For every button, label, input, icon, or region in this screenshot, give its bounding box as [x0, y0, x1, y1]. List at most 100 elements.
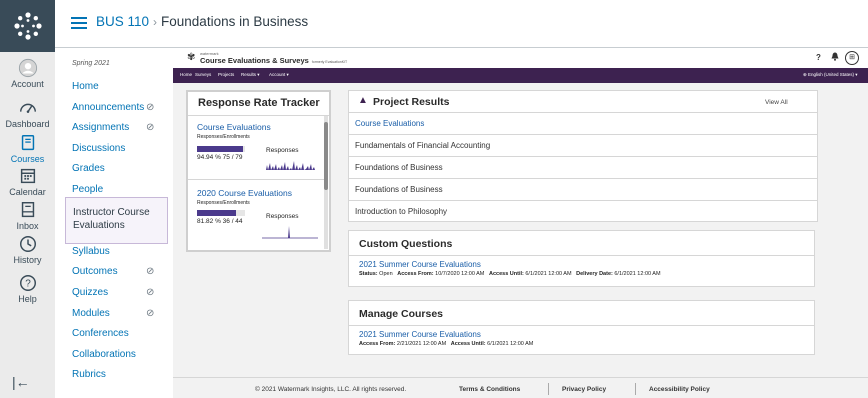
tracker-item-rate: 81.82 % 36 / 44: [197, 218, 243, 225]
project-results-title: Project Results: [373, 96, 450, 108]
privacy-link[interactable]: Privacy Policy: [562, 386, 606, 393]
custom-questions-meta: Status: Open Access From: 10/7/2020 12:0…: [359, 271, 661, 277]
project-row[interactable]: Course Evaluations: [349, 113, 817, 135]
wm-nav-account[interactable]: Account ▾: [269, 72, 289, 78]
collapse-caret-icon[interactable]: ▲: [358, 95, 368, 106]
canvas-logo-icon[interactable]: [0, 0, 55, 52]
tracker-scrollbar-thumb[interactable]: [324, 122, 328, 190]
tracker-title: Response Rate Tracker: [198, 97, 320, 109]
nav-account[interactable]: Account: [0, 58, 55, 89]
course-nav-syllabus[interactable]: Syllabus: [72, 246, 110, 257]
hamburger-menu-icon[interactable]: [71, 17, 87, 29]
custom-questions: Custom Questions 2021 Summer Course Eval…: [348, 230, 815, 287]
hidden-icon: ⊘: [146, 266, 155, 277]
custom-questions-link[interactable]: 2021 Summer Course Evaluations: [359, 260, 481, 269]
clock-icon: [19, 236, 36, 252]
help-icon[interactable]: ?: [816, 53, 821, 62]
course-nav-rubrics[interactable]: Rubrics: [72, 369, 106, 380]
course-nav-modules[interactable]: Modules ⊘: [72, 308, 154, 319]
course-nav-people[interactable]: People: [72, 184, 103, 195]
term-label: Spring 2021: [72, 60, 110, 67]
hidden-icon: ⊘: [146, 287, 155, 298]
course-nav-quizzes[interactable]: Quizzes ⊘: [72, 287, 154, 298]
svg-text:?: ?: [25, 279, 31, 290]
project-row-label: Fundamentals of Financial Accounting: [355, 141, 491, 150]
nav-inbox-label: Inbox: [16, 221, 39, 231]
watermark-nav: Home Surveys Projects Results ▾ Account …: [173, 68, 868, 83]
project-row[interactable]: Foundations of Business: [349, 179, 817, 201]
manage-courses-link[interactable]: 2021 Summer Course Evaluations: [359, 330, 481, 339]
project-row[interactable]: Foundations of Business: [349, 157, 817, 179]
watermark-header: ✾ watermark Course Evaluations & Surveys…: [173, 48, 868, 68]
course-nav-assignments[interactable]: Assignments ⊘: [72, 122, 154, 133]
nav-courses[interactable]: Courses: [0, 133, 55, 164]
nav-dashboard[interactable]: Dashboard: [0, 98, 55, 129]
course-nav-announcements-label: Announcements: [72, 102, 145, 113]
breadcrumb: BUS 110 › Foundations in Business: [96, 14, 308, 29]
course-nav-collaborations[interactable]: Collaborations: [72, 349, 136, 360]
manage-courses-title: Manage Courses: [359, 308, 444, 320]
project-row-label: Course Evaluations: [355, 119, 425, 128]
course-nav-discussions[interactable]: Discussions: [72, 143, 125, 154]
view-all-link[interactable]: View All: [765, 99, 788, 106]
project-row[interactable]: Fundamentals of Financial Accounting: [349, 135, 817, 157]
course-nav-active-label: Instructor Course Evaluations: [73, 207, 150, 231]
course-nav: Spring 2021 Home Announcements ⊘ Assignme…: [55, 48, 173, 398]
responses-sparkline: [262, 226, 318, 239]
tracker-responses-label: Responses: [266, 213, 299, 220]
project-row[interactable]: Introduction to Philosophy: [349, 201, 817, 223]
project-row-label: Introduction to Philosophy: [355, 207, 448, 216]
tracker-progress-bar: [197, 146, 245, 152]
response-rate-tracker: Response Rate Tracker Course Evaluations…: [186, 90, 331, 252]
course-nav-rubrics-label: Rubrics: [72, 369, 106, 380]
tracker-progress-fill: [197, 146, 243, 152]
hidden-icon: ⊘: [146, 122, 155, 133]
tracker-scrollbar[interactable]: [324, 116, 328, 249]
course-nav-grades[interactable]: Grades: [72, 163, 105, 174]
project-results: ▲ Project Results View All Course Evalua…: [348, 90, 818, 222]
nav-inbox[interactable]: Inbox: [0, 200, 55, 231]
nav-help[interactable]: ? Help: [0, 273, 55, 304]
nav-history[interactable]: History: [0, 234, 55, 265]
project-row-label: Foundations of Business: [355, 185, 443, 194]
course-nav-outcomes[interactable]: Outcomes ⊘: [72, 266, 154, 277]
course-nav-home[interactable]: Home: [72, 81, 99, 92]
copyright-text: © 2021 Watermark Insights, LLC. All righ…: [255, 386, 407, 393]
inbox-icon: [21, 202, 34, 218]
breadcrumb-course-link[interactable]: BUS 110: [96, 14, 149, 29]
custom-questions-title: Custom Questions: [359, 238, 453, 250]
tracker-item-link[interactable]: 2020 Course Evaluations: [197, 188, 292, 198]
course-nav-people-label: People: [72, 184, 104, 195]
watermark-brand-name: Course Evaluations & Surveys formerly Eva…: [200, 56, 347, 65]
manage-courses-meta: Access From: 2/21/2021 12:00 AM Access U…: [359, 341, 534, 347]
bell-icon[interactable]: [831, 52, 839, 63]
collapse-nav-icon[interactable]: |←: [12, 374, 30, 390]
nav-courses-label: Courses: [10, 154, 45, 164]
global-nav: Account Dashboard Courses Calendar Inbox…: [0, 0, 55, 398]
nav-help-label: Help: [18, 294, 37, 304]
wm-nav-results[interactable]: Results ▾: [241, 72, 260, 78]
tracker-item-link[interactable]: Course Evaluations: [197, 122, 271, 132]
tracker-divider: [188, 115, 329, 116]
hidden-icon: ⊘: [146, 308, 155, 319]
course-nav-syllabus-label: Syllabus: [72, 246, 110, 257]
nav-dashboard-label: Dashboard: [5, 119, 50, 129]
course-nav-announcements[interactable]: Announcements ⊘: [72, 102, 154, 113]
wm-nav-home[interactable]: Home: [180, 72, 192, 77]
project-row-label: Foundations of Business: [355, 163, 443, 172]
course-nav-home-label: Home: [72, 81, 99, 92]
hidden-icon: ⊘: [146, 102, 155, 113]
accessibility-link[interactable]: Accessibility Policy: [649, 386, 710, 393]
nav-history-label: History: [13, 255, 42, 265]
page-title: Foundations in Business: [161, 14, 309, 29]
language-selector[interactable]: ⊕ English (United States) ▾: [803, 72, 858, 78]
course-nav-assignments-label: Assignments: [72, 122, 130, 133]
course-nav-conferences[interactable]: Conferences: [72, 328, 129, 339]
apps-grid-icon[interactable]: ⊞: [845, 51, 859, 65]
course-nav-instructor-evaluations[interactable]: Instructor Course Evaluations: [65, 197, 168, 244]
nav-calendar[interactable]: Calendar: [0, 166, 55, 197]
tracker-item-sublabel: Responses/Enrollments: [197, 134, 250, 140]
terms-link[interactable]: Terms & Conditions: [459, 386, 520, 393]
wm-nav-surveys[interactable]: Surveys: [195, 72, 211, 77]
wm-nav-projects[interactable]: Projects: [218, 72, 234, 77]
